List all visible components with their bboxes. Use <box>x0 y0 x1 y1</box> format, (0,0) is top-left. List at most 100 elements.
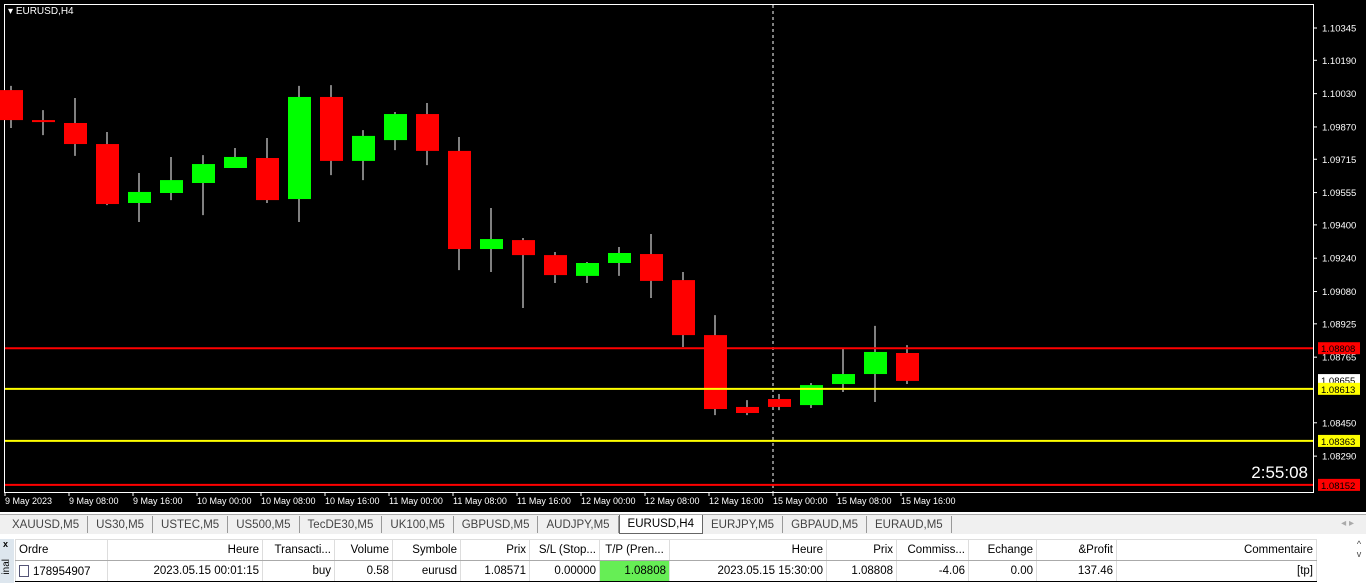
cell-value: 137.46 <box>1077 565 1113 577</box>
column-header[interactable]: T/P (Pren... <box>599 539 670 561</box>
price-tick-label: 1.10030 <box>1322 89 1356 100</box>
cell-value: 2023.05.15 00:01:15 <box>153 565 259 577</box>
time-label: 11 May 00:00 <box>389 496 443 506</box>
bear-candle <box>736 406 759 413</box>
table-cell: 1.08571 <box>460 560 530 582</box>
candle-timer: 2:55:08 <box>1251 463 1308 482</box>
history-table: Ordre Heure Transacti... Volume Symbole Prix S… <box>15 539 1317 582</box>
time-label: 11 May 16:00 <box>517 496 571 506</box>
column-header[interactable]: Ordre <box>15 539 108 561</box>
bull-candle <box>160 180 183 193</box>
terminal-panel: x inal Ordre Heure Transacti... Volume Symbo… <box>0 535 1366 583</box>
tab-gbpusdm5[interactable]: GBPUSD,M5 <box>454 516 539 533</box>
table-cell: 137.46 <box>1036 560 1117 582</box>
price-tick-label: 1.09400 <box>1322 220 1356 231</box>
bear-candle <box>64 123 87 145</box>
cell-value: 0.00 <box>1010 565 1033 577</box>
price-tick-label: 1.09240 <box>1322 254 1356 265</box>
bull-candle <box>288 96 311 200</box>
column-header[interactable]: Commentaire <box>1116 539 1317 561</box>
table-cell: 2023.05.15 00:01:15 <box>107 560 263 582</box>
tab-eurjpym5[interactable]: EURJPY,M5 <box>703 516 784 533</box>
cell-value: 1.08808 <box>624 565 666 577</box>
scroll-down-icon[interactable]: v <box>1352 549 1366 559</box>
price-tick-label: 1.10190 <box>1322 56 1356 67</box>
cell-value: 1.08808 <box>851 565 893 577</box>
chart-title-text: EURUSD,H4 <box>15 6 74 17</box>
column-header[interactable]: Prix <box>460 539 530 561</box>
bear-candle <box>768 399 791 407</box>
tab-euraudm5[interactable]: EURAUD,M5 <box>867 516 952 533</box>
table-cell: 0.00000 <box>529 560 600 582</box>
bear-candle <box>96 144 119 205</box>
table-cell: 0.58 <box>334 560 393 582</box>
time-label: 15 May 16:00 <box>901 496 956 506</box>
cell-value: 2023.05.15 15:30:00 <box>717 565 823 577</box>
cell-value: 0.58 <box>366 565 389 577</box>
tab-us500m5[interactable]: US500,M5 <box>228 516 300 533</box>
price-tick-label: 1.09555 <box>1322 188 1356 199</box>
tab-audjpym5[interactable]: AUDJPY,M5 <box>538 516 619 533</box>
table-cell: 178954907 <box>15 560 108 582</box>
price-chart[interactable]: 1.10345 1.10190 1.10030 1.09870 1.09715 1.095… <box>0 0 1366 512</box>
time-label: 15 May 08:00 <box>837 496 892 506</box>
table-cell: eurusd <box>392 560 461 582</box>
price-tick-label: 1.09715 <box>1322 155 1356 166</box>
time-label: 10 May 16:00 <box>325 496 380 506</box>
table-cell: 1.08808 <box>599 560 670 582</box>
table-cell: -4.06 <box>896 560 969 582</box>
table-scrollbar[interactable]: ^ v <box>1352 539 1366 583</box>
bull-candle <box>352 135 375 161</box>
tab-tecde30m5[interactable]: TecDE30,M5 <box>300 516 383 533</box>
tab-us30m5[interactable]: US30,M5 <box>88 516 154 533</box>
chart-title[interactable]: ▾ EURUSD,H4 <box>8 6 74 17</box>
cell-value: eurusd <box>421 565 457 577</box>
bear-candle <box>512 240 535 256</box>
order-icon <box>19 564 29 577</box>
plot-border <box>4 4 1314 493</box>
time-label: 12 May 16:00 <box>709 496 764 506</box>
column-header[interactable]: Heure <box>107 539 263 561</box>
bear-candle <box>544 255 567 276</box>
column-header[interactable]: Echange <box>968 539 1037 561</box>
column-header[interactable]: Commiss... <box>896 539 969 561</box>
bear-candle <box>640 254 663 281</box>
table-cell: 1.08808 <box>826 560 897 582</box>
table-cell: 2023.05.15 15:30:00 <box>669 560 827 582</box>
column-header[interactable]: Prix <box>826 539 897 561</box>
chart-tabs: XAUUSD,M5 US30,M5 USTEC,M5 US500,M5 TecDE30,… <box>0 514 1366 534</box>
chart-canvas[interactable]: 1.10345 1.10190 1.10030 1.09870 1.09715 1.095… <box>0 0 1366 512</box>
time-label: 12 May 08:00 <box>645 496 700 506</box>
bear-candle <box>448 150 471 250</box>
bull-candle <box>128 191 151 203</box>
column-header[interactable]: Symbole <box>392 539 461 561</box>
close-terminal-icon[interactable]: x <box>3 539 8 549</box>
time-label: 9 May 2023 <box>5 496 52 506</box>
column-header[interactable]: Volume <box>334 539 393 561</box>
price-tick-label: 1.09080 <box>1322 287 1356 298</box>
tab-xauusdm5[interactable]: XAUUSD,M5 <box>4 516 89 533</box>
bull-candle <box>608 253 631 263</box>
column-header[interactable]: S/L (Stop... <box>529 539 600 561</box>
time-label: 9 May 08:00 <box>69 496 119 506</box>
tab-gbpaudm5[interactable]: GBPAUD,M5 <box>783 516 867 533</box>
tab-uk100m5[interactable]: UK100,M5 <box>382 516 454 533</box>
table-row[interactable]: 178954907 2023.05.15 00:01:15 buy 0.58 eurus… <box>15 560 1317 582</box>
scroll-up-icon[interactable]: ^ <box>1352 539 1366 549</box>
bull-candle <box>192 164 215 183</box>
terminal-label: inal <box>1 559 12 575</box>
bull-candle <box>224 156 247 168</box>
column-header[interactable]: Heure <box>669 539 827 561</box>
table-header: Ordre Heure Transacti... Volume Symbole Prix S… <box>15 539 1317 561</box>
column-header[interactable]: Transacti... <box>262 539 335 561</box>
column-header[interactable]: &Profit <box>1036 539 1117 561</box>
price-tick-label: 1.09870 <box>1322 122 1356 133</box>
level-price-label: 1.08613 <box>1321 385 1355 396</box>
tab-eurusdh4[interactable]: EURUSD,H4 <box>618 515 704 534</box>
cell-value: 1.08571 <box>484 565 526 577</box>
tab-scroll-arrows[interactable]: ◂ ▸ <box>1341 518 1354 529</box>
bear-candle <box>704 335 727 410</box>
cell-value: 0.00000 <box>554 565 596 577</box>
tab-ustecm5[interactable]: USTEC,M5 <box>153 516 229 533</box>
bull-candle <box>864 351 887 375</box>
